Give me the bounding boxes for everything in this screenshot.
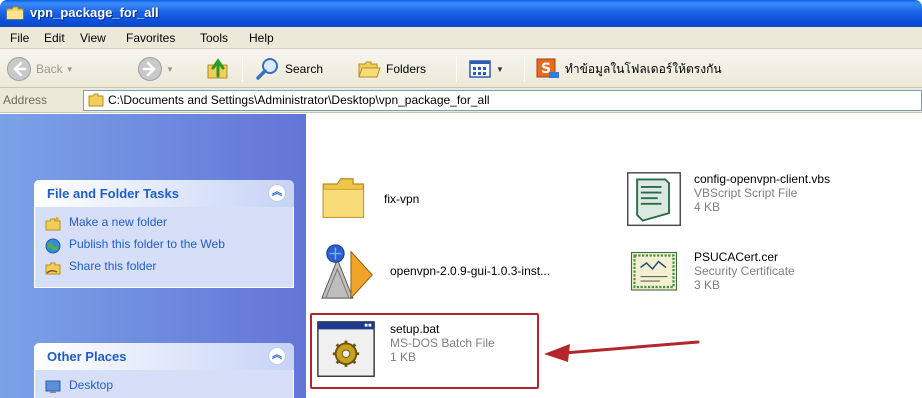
up-folder-icon [207,58,228,79]
menu-help[interactable]: Help [249,31,274,45]
openvpn-installer-icon [321,244,373,300]
address-input[interactable]: C:\Documents and Settings\Administrator\… [83,90,922,111]
file-name: config-openvpn-client.vbs [694,172,831,186]
task-label: Publish this folder to the Web [69,237,225,251]
panel-title: File and Folder Tasks [47,186,179,201]
search-label: Search [285,62,324,76]
menu-tools[interactable]: Tools [200,31,228,45]
menu-file[interactable]: File [10,31,29,45]
menu-view[interactable]: View [80,31,106,45]
toolbar: Back ▼ ▼ Search Folders ▼ S ทำข้อมูลในโฟ… [0,49,922,88]
toolbar-separator [456,56,457,82]
place-desktop[interactable]: Desktop [45,378,283,395]
sync-folder-icon: S [536,58,559,78]
sync-folder-button[interactable]: S ทำข้อมูลในโฟลเดอร์ให้ตรงกัน [535,56,722,82]
share-folder-icon [45,262,61,275]
folder-icon [88,93,104,107]
file-item-openvpn-installer[interactable]: openvpn-2.0.9-gui-1.0.3-inst... [318,240,550,302]
panel-title: Other Places [47,349,127,364]
search-icon [256,58,278,80]
folders-icon [358,61,381,78]
certificate-icon [630,251,678,291]
up-folder-button[interactable] [205,56,231,82]
file-item-config-vbs[interactable]: config-openvpn-client.vbs VBScript Scrip… [624,170,830,230]
address-label: Address [3,93,48,107]
folder-icon [322,178,365,218]
address-path: C:\Documents and Settings\Administrator\… [108,93,490,107]
task-publish-to-web[interactable]: Publish this folder to the Web [45,237,283,254]
forward-button[interactable]: ▼ [137,56,174,82]
annotation-arrow-icon [544,340,700,362]
new-folder-icon [45,217,61,231]
folders-button[interactable]: Folders [356,56,426,82]
views-icon [469,60,491,78]
folders-label: Folders [386,62,427,76]
title-bar[interactable]: vpn_package_for_all [0,0,922,27]
task-make-new-folder[interactable]: Make a new folder [45,215,283,232]
file-item-psucacert[interactable]: PSUCACert.cer Security Certificate 3 KB [624,248,795,296]
views-button[interactable]: ▼ [467,56,504,82]
highlight-box [310,313,539,389]
explorer-window: vpn_package_for_all File Edit View Favor… [0,0,922,398]
window-title: vpn_package_for_all [30,5,159,20]
file-name: openvpn-2.0.9-gui-1.0.3-inst... [390,264,551,278]
back-arrow-icon [7,57,31,81]
file-item-fix-vpn[interactable]: fix-vpn [318,170,419,226]
back-label: Back [36,62,63,76]
desktop-icon [45,380,61,393]
file-folder-tasks-panel: File and Folder Tasks ︽ Make a new folde… [34,180,294,288]
panel-header[interactable]: File and Folder Tasks ︽ [34,180,294,207]
menu-favorites[interactable]: Favorites [126,31,175,45]
collapse-chevron-icon[interactable]: ︽ [268,184,286,202]
file-size: 3 KB [694,278,721,292]
file-name: PSUCACert.cer [694,250,779,264]
back-dropdown-icon[interactable]: ▼ [66,65,74,74]
panel-body: Make a new folder Publish this folder to… [34,207,294,288]
panel-body: Desktop [34,370,294,398]
address-bar: Address C:\Documents and Settings\Admini… [0,88,922,113]
forward-dropdown-icon[interactable]: ▼ [166,65,174,74]
back-button[interactable]: Back ▼ [6,56,74,82]
task-label: Make a new folder [69,215,168,229]
collapse-chevron-icon[interactable]: ︽ [268,347,286,365]
toolbar-separator [242,56,243,82]
toolbar-separator [524,56,525,82]
sync-folder-label: ทำข้อมูลในโฟลเดอร์ให้ตรงกัน [565,61,722,76]
forward-arrow-icon [138,57,162,81]
file-type: Security Certificate [694,264,795,278]
menu-edit[interactable]: Edit [44,31,65,45]
file-size: 4 KB [694,200,721,214]
folder-icon [6,6,24,20]
search-button[interactable]: Search [255,56,323,82]
place-label: Desktop [69,378,114,392]
file-name: fix-vpn [384,192,420,206]
globe-icon [45,238,61,254]
file-type: VBScript Script File [694,186,798,200]
task-label: Share this folder [69,259,157,273]
vbscript-icon [627,172,681,227]
menu-bar: File Edit View Favorites Tools Help [0,27,922,49]
other-places-panel: Other Places ︽ Desktop [34,343,294,398]
task-pane: File and Folder Tasks ︽ Make a new folde… [0,114,306,398]
panel-header[interactable]: Other Places ︽ [34,343,294,370]
views-dropdown-icon[interactable]: ▼ [496,65,504,74]
task-share-folder[interactable]: Share this folder [45,259,283,276]
